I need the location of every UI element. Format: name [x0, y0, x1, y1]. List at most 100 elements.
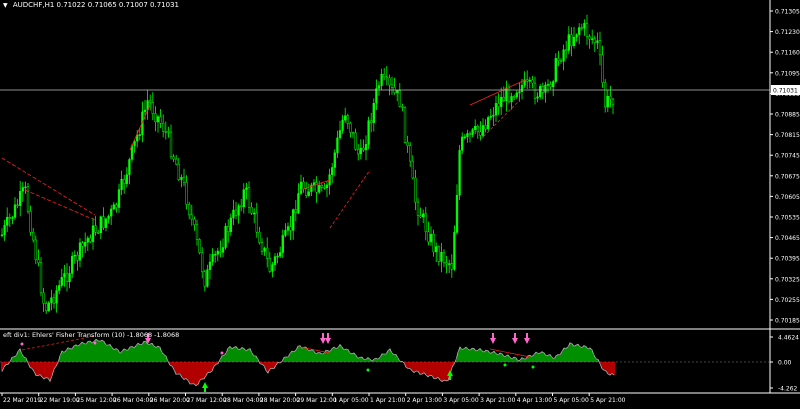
candle-body	[458, 150, 461, 196]
candle-body	[240, 205, 243, 208]
candle-body	[526, 79, 529, 82]
candle-body	[312, 182, 316, 186]
candle-body	[250, 206, 253, 214]
candle-body	[102, 216, 105, 228]
candle-body	[471, 129, 474, 135]
candle-body	[588, 36, 591, 40]
candle-body	[266, 247, 269, 259]
candle-body	[193, 218, 196, 226]
candle-body	[520, 85, 524, 92]
candle-body	[39, 262, 43, 294]
candle-body	[349, 123, 352, 133]
candle-body	[513, 96, 516, 98]
candle-body	[598, 40, 602, 56]
indicator-title: eft div1: Ehlers' Fisher Transform (10) …	[3, 331, 180, 339]
candle-body	[409, 145, 412, 162]
candle-body	[531, 79, 534, 84]
candle-body	[455, 194, 459, 233]
time-tick-label: 28 Mar 04:00	[223, 397, 263, 404]
candle-body	[468, 133, 472, 135]
candle-body	[318, 185, 321, 193]
candle-body	[182, 176, 186, 183]
candle-body	[414, 177, 417, 203]
candle-body	[572, 36, 576, 46]
price-chart[interactable]: 0.713050.712300.711600.710950.709550.708…	[0, 0, 800, 405]
candle-body	[325, 184, 329, 189]
candle-body	[115, 204, 118, 208]
candle-body	[242, 189, 245, 208]
candle-body	[583, 23, 586, 29]
candle-body	[281, 235, 284, 253]
time-tick-label: 1 Apr 21:00	[370, 397, 405, 404]
candle-body	[211, 254, 214, 263]
candle-body	[500, 96, 503, 107]
candle-body	[258, 232, 261, 243]
arrow-up-icon	[202, 382, 208, 392]
candle-body	[42, 292, 45, 304]
candle-body	[479, 131, 482, 136]
candle-body	[320, 185, 323, 188]
candle-body	[289, 226, 292, 231]
price-tick-label: 0.70745	[775, 153, 800, 160]
time-tick-label: 22 Mar 19:00	[40, 397, 80, 404]
candle-body	[81, 242, 84, 247]
candle-body	[492, 114, 495, 117]
candle-body	[461, 136, 464, 151]
candle-body	[188, 204, 191, 216]
candle-body	[8, 216, 11, 219]
candle-body	[305, 188, 308, 196]
chart-window[interactable]: 0.713050.712300.711600.710950.709550.708…	[0, 0, 800, 405]
candle-body	[50, 297, 53, 304]
candle-body	[91, 225, 95, 243]
chevron-down-icon[interactable]: ▼	[3, 2, 8, 9]
price-tick-label: 0.70465	[775, 235, 800, 242]
candle-body	[546, 84, 550, 86]
candle-body	[567, 34, 570, 51]
candle-body	[388, 77, 391, 86]
divergence-line	[329, 169, 371, 229]
candle-body	[424, 213, 427, 232]
candle-body	[541, 86, 544, 93]
candle-body	[34, 239, 37, 260]
arrow-down-icon	[325, 333, 331, 344]
candle-body	[76, 254, 79, 261]
time-tick-label: 28 Mar 20:00	[260, 397, 300, 404]
price-tick-label: 0.70535	[775, 215, 800, 222]
symbol-info-bar: ▼ AUDCHF,H1 0.71022 0.71065 0.71007 0.71…	[3, 1, 179, 9]
time-tick-label: 25 Mar 12:00	[76, 397, 116, 404]
candle-body	[429, 233, 433, 243]
time-tick-label: 5 Apr 05:00	[554, 397, 589, 404]
candle-body	[416, 201, 420, 216]
candle-body	[190, 214, 193, 220]
candle-body	[484, 125, 487, 130]
candle-body	[247, 187, 251, 208]
candle-body	[117, 189, 121, 208]
candle-body	[208, 261, 212, 270]
candle-body	[502, 96, 505, 102]
candle-body	[16, 204, 19, 207]
candle-body	[138, 134, 141, 136]
candle-body	[559, 60, 563, 62]
candle-body	[419, 215, 422, 218]
candle-body	[466, 133, 469, 138]
time-tick-label: 27 Mar 12:00	[187, 397, 227, 404]
candle-body	[585, 23, 589, 37]
candle-body	[476, 126, 479, 133]
arrow-down-icon	[524, 333, 530, 344]
candle-body	[162, 122, 165, 132]
price-tick-label: 0.70185	[775, 318, 800, 325]
signal-dot	[20, 342, 24, 346]
candle-body	[445, 262, 448, 265]
candle-body	[302, 181, 305, 190]
candle-body	[396, 90, 399, 93]
price-tick-label: 0.70395	[775, 256, 800, 263]
candle-body	[297, 193, 300, 214]
candle-body	[383, 73, 386, 78]
arrow-down-icon	[512, 333, 518, 344]
candle-body	[494, 103, 498, 116]
candle-body	[435, 246, 438, 253]
candle-body	[338, 130, 342, 139]
candle-body	[346, 115, 349, 124]
candle-body	[307, 191, 310, 196]
candle-body	[255, 212, 258, 233]
